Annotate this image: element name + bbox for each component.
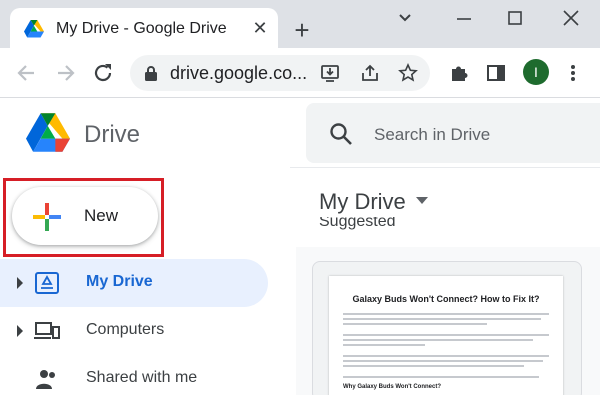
lock-icon[interactable] <box>144 65 158 81</box>
document-preview-subheading: Why Galaxy Buds Won't Connect? <box>343 384 441 390</box>
sidebar-item-label: My Drive <box>86 273 153 290</box>
sidebar-item-shared-with-me[interactable]: Shared with me <box>0 355 268 395</box>
drive-brand-text[interactable]: Drive <box>84 121 140 149</box>
forward-arrow-icon[interactable] <box>52 60 78 86</box>
sidebar-item-my-drive[interactable]: My Drive <box>0 259 268 307</box>
share-icon[interactable] <box>360 63 380 83</box>
file-card[interactable]: Galaxy Buds Won't Connect? How to Fix It… <box>312 261 582 395</box>
multicolor-plus-icon <box>33 203 61 231</box>
new-tab-button[interactable]: + <box>286 14 318 46</box>
reload-icon[interactable] <box>90 60 116 86</box>
tab-search-chevron-icon[interactable] <box>390 6 420 32</box>
search-input[interactable]: Search in Drive <box>374 125 490 145</box>
profile-avatar[interactable]: I <box>523 59 549 85</box>
search-icon[interactable] <box>328 121 354 147</box>
new-button-label: New <box>84 206 119 225</box>
computers-icon <box>34 322 60 339</box>
shared-with-me-icon <box>36 370 55 389</box>
new-button[interactable]: New <box>12 187 158 245</box>
extensions-puzzle-icon[interactable] <box>446 60 472 86</box>
sidebar-item-label: Computers <box>86 321 165 338</box>
expand-arrow-icon[interactable] <box>16 325 24 337</box>
url-text: drive.google.co... <box>170 63 308 83</box>
page-title[interactable]: My Drive <box>319 189 406 215</box>
install-app-icon[interactable] <box>320 63 340 83</box>
browser-tab[interactable]: My Drive - Google Drive ✕ <box>10 8 278 48</box>
maximize-icon[interactable] <box>500 6 530 32</box>
browser-tabstrip: My Drive - Google Drive ✕ + <box>0 0 600 48</box>
tab-title: My Drive - Google Drive <box>56 20 227 37</box>
browser-toolbar: drive.google.co... I <box>0 48 600 98</box>
my-drive-icon <box>35 272 59 294</box>
expand-arrow-icon[interactable] <box>16 277 24 289</box>
google-drive-logo-icon[interactable] <box>26 113 70 153</box>
window-close-icon[interactable] <box>556 6 586 32</box>
sidebar-item-computers[interactable]: Computers <box>0 307 268 355</box>
drive-app: Drive Search in Drive New My Drive Compu… <box>0 99 600 395</box>
back-arrow-icon[interactable] <box>14 60 40 86</box>
bookmark-star-icon[interactable] <box>398 63 418 83</box>
tab-close-icon[interactable]: ✕ <box>248 16 272 40</box>
drive-search-bar[interactable]: Search in Drive <box>306 103 600 163</box>
document-preview: Galaxy Buds Won't Connect? How to Fix It… <box>329 276 563 395</box>
document-preview-title: Galaxy Buds Won't Connect? How to Fix It… <box>352 294 540 304</box>
sidebar-item-label: Shared with me <box>86 369 198 386</box>
google-drive-favicon-icon <box>24 20 44 38</box>
minimize-icon[interactable] <box>449 6 479 32</box>
header-divider <box>290 167 600 168</box>
browser-menu-kebab-icon[interactable] <box>560 60 586 86</box>
side-panel-icon[interactable] <box>483 60 509 86</box>
caret-down-icon[interactable] <box>416 197 428 205</box>
suggested-files-area: Galaxy Buds Won't Connect? How to Fix It… <box>296 247 600 395</box>
suggested-section-heading: Suggested <box>319 217 396 230</box>
address-bar[interactable]: drive.google.co... <box>130 55 430 91</box>
